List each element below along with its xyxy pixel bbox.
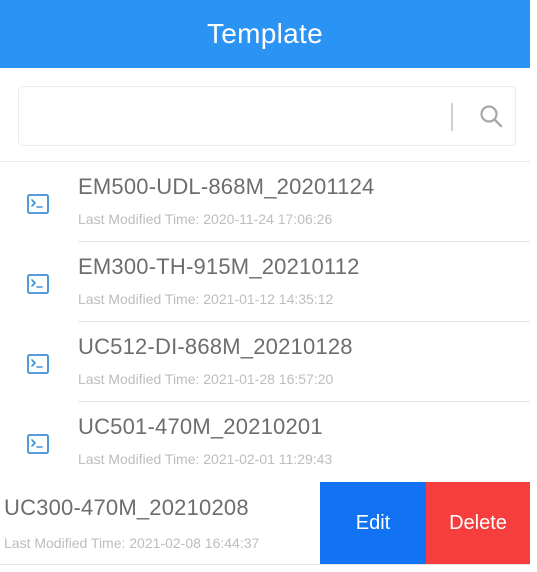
search-divider (451, 103, 453, 131)
template-name: EM500-UDL-868M_20201124 (78, 174, 375, 199)
screen-edge (530, 0, 537, 572)
template-name: UC512-DI-868M_20210128 (78, 334, 353, 359)
template-item[interactable]: EM300-TH-915M_20210112 Last Modified Tim… (0, 242, 530, 322)
template-modified-time: Last Modified Time: 2021-02-08 16:44:37 (4, 535, 260, 551)
template-modified-time: Last Modified Time: 2020-11-24 17:06:26 (78, 211, 333, 227)
search-input[interactable] (29, 97, 443, 137)
template-modified-time: Last Modified Time: 2021-01-12 14:35:12 (78, 291, 334, 307)
app-screen: Template EM500-UDL-868M_20201124 Last Mo… (0, 0, 537, 572)
terminal-icon (27, 274, 49, 294)
divider (0, 564, 530, 565)
terminal-icon (27, 194, 49, 214)
swiped-item-content[interactable]: UC300-470M_20210208 Last Modified Time: … (0, 482, 326, 564)
template-name: UC300-470M_20210208 (4, 495, 249, 520)
template-name: UC501-470M_20210201 (78, 414, 323, 439)
app-header: Template (0, 0, 530, 68)
edit-button[interactable]: Edit (320, 482, 426, 564)
template-modified-time: Last Modified Time: 2021-02-01 11:29:43 (78, 451, 333, 467)
search-bar (18, 86, 516, 146)
template-modified-time: Last Modified Time: 2021-01-28 16:57:20 (78, 371, 334, 387)
template-name: EM300-TH-915M_20210112 (78, 254, 360, 279)
template-item-swiped[interactable]: UC300-470M_20210208 Last Modified Time: … (0, 482, 530, 564)
template-item[interactable]: UC512-DI-868M_20210128 Last Modified Tim… (0, 322, 530, 402)
page-title: Template (206, 18, 323, 49)
template-item[interactable]: EM500-UDL-868M_20201124 Last Modified Ti… (0, 162, 530, 242)
terminal-icon (27, 434, 49, 454)
search-button[interactable] (475, 101, 509, 133)
template-item[interactable]: UC501-470M_20210201 Last Modified Time: … (0, 402, 530, 482)
terminal-icon (27, 354, 49, 374)
search-icon (480, 105, 503, 128)
delete-button[interactable]: Delete (426, 482, 530, 564)
